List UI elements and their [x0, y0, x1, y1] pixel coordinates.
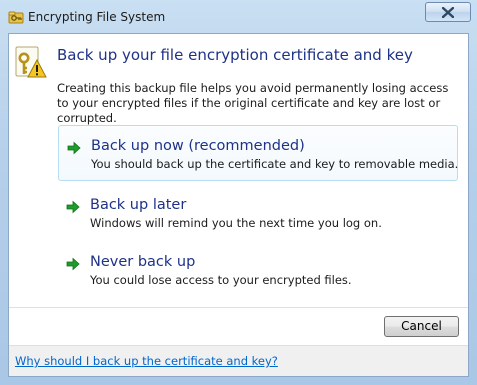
option-description: Windows will remind you the next time yo…: [90, 216, 382, 230]
close-icon: [442, 7, 454, 18]
option-back-up-now[interactable]: Back up now (recommended) You should bac…: [58, 125, 458, 181]
option-title: Back up later: [90, 197, 187, 213]
window-title: Encrypting File System: [28, 10, 166, 24]
divider: [9, 307, 468, 308]
help-link[interactable]: Why should I back up the certificate and…: [15, 354, 278, 368]
key-folder-icon: [8, 9, 24, 25]
dialog-content: Back up your file encryption certificate…: [8, 33, 469, 377]
close-button[interactable]: [425, 2, 471, 22]
cancel-button[interactable]: Cancel: [384, 316, 459, 337]
option-description: You should back up the certificate and k…: [91, 157, 459, 171]
green-arrow-icon: [66, 256, 80, 271]
option-title: Never back up: [90, 254, 196, 270]
option-never-back-up[interactable]: Never back up You could lose access to y…: [58, 242, 458, 298]
title-bar[interactable]: Encrypting File System: [0, 0, 477, 33]
efs-dialog-window: Encrypting File System Back up your file…: [0, 0, 477, 385]
option-title: Back up now (recommended): [91, 138, 305, 154]
key-warning-icon: [13, 46, 47, 80]
instruction-description: Creating this backup file helps you avoi…: [57, 81, 449, 125]
green-arrow-icon: [67, 140, 81, 155]
instruction-heading: Back up your file encryption certificate…: [57, 46, 413, 64]
option-back-up-later[interactable]: Back up later Windows will remind you th…: [58, 185, 458, 241]
footer-area: Why should I back up the certificate and…: [9, 345, 468, 376]
green-arrow-icon: [66, 199, 80, 214]
option-description: You could lose access to your encrypted …: [90, 273, 352, 287]
